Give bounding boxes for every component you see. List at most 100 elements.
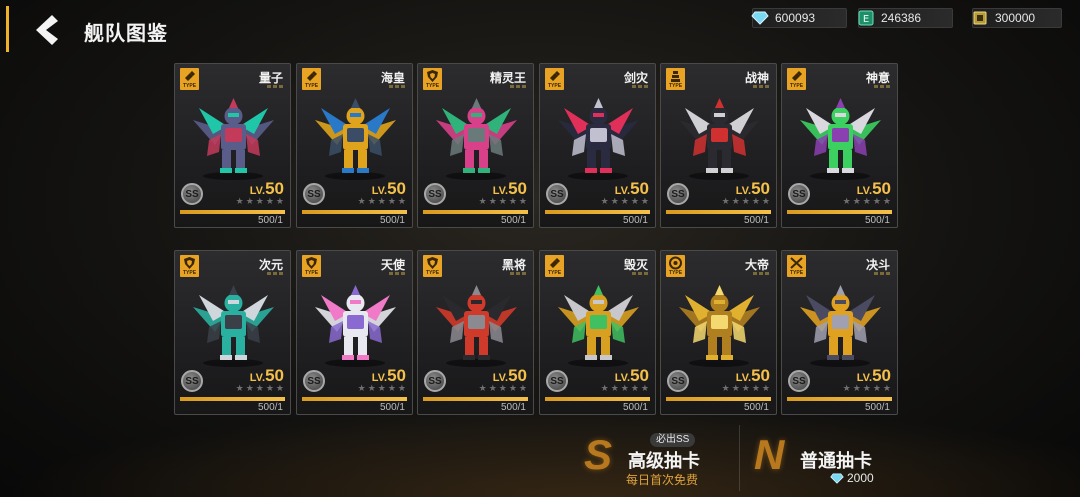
star-icon: ★ xyxy=(478,383,487,393)
ship-card[interactable]: TYPE 黑将 SS LV.50 ★ ★ ★ ★ ★ 500/1 xyxy=(417,250,534,415)
currency-gold[interactable]: 300000 xyxy=(972,8,1062,28)
star-icon: ★ xyxy=(508,383,517,393)
progress-bar xyxy=(787,210,892,214)
gold-chip-icon xyxy=(969,8,991,28)
star-icon: ★ xyxy=(862,383,871,393)
ship-name: 毁灭 xyxy=(623,258,648,272)
fragment-count: 500/1 xyxy=(500,215,526,226)
type-label: TYPE xyxy=(182,270,197,276)
hammer-icon xyxy=(792,71,802,81)
normal-draw-cost-value: 2000 xyxy=(847,471,874,485)
mecha-art xyxy=(193,285,274,367)
currency-emerald[interactable]: E 246386 xyxy=(858,8,953,28)
ship-card[interactable]: TYPE 天使 SS LV.50 ★ ★ ★ ★ ★ 500/1 xyxy=(296,250,413,415)
fragment-count: 500/1 xyxy=(257,402,283,413)
star-icon: ★ xyxy=(245,383,254,393)
premium-draw-button[interactable]: S 必出SS 高级抽卡 每日首次免费 xyxy=(578,419,728,497)
back-button[interactable] xyxy=(20,10,70,50)
ship-card[interactable]: TYPE 剑灾 SS LV.50 ★ ★ ★ ★ ★ 500/1 xyxy=(539,63,656,228)
ship-card[interactable]: TYPE 毁灭 SS LV.50 ★ ★ ★ ★ ★ 500/1 xyxy=(539,250,656,415)
star-icon: ★ xyxy=(377,383,386,393)
hammer-icon xyxy=(550,71,560,81)
star-icon: ★ xyxy=(488,196,497,206)
star-icon: ★ xyxy=(357,196,366,206)
type-label: TYPE xyxy=(789,83,804,89)
progress-bar xyxy=(787,397,892,401)
normal-draw-button[interactable]: N 普通抽卡 2000 xyxy=(750,419,900,497)
ship-name: 黑将 xyxy=(501,258,526,272)
star-icon: ★ xyxy=(387,383,396,393)
type-badge: TYPE xyxy=(302,68,321,90)
star-icon: ★ xyxy=(852,196,861,206)
ship-card[interactable]: TYPE 大帝 SS LV.50 ★ ★ ★ ★ ★ 500/1 xyxy=(660,250,777,415)
star-icon: ★ xyxy=(842,383,851,393)
currency-diamond[interactable]: 600093 xyxy=(751,8,847,28)
shield-icon xyxy=(427,70,438,82)
star-icon: ★ xyxy=(488,383,497,393)
star-icon: ★ xyxy=(872,196,881,206)
shield-icon xyxy=(427,257,438,269)
fragment-count: 500/1 xyxy=(743,402,769,413)
ship-card[interactable]: TYPE 次元 SS LV.50 ★ ★ ★ ★ ★ 500/1 xyxy=(174,250,291,415)
type-badge: TYPE xyxy=(302,255,321,277)
star-icon: ★ xyxy=(882,383,891,393)
star-icon: ★ xyxy=(630,383,639,393)
mecha-art xyxy=(315,285,396,367)
star-icon: ★ xyxy=(275,196,284,206)
star-icon: ★ xyxy=(862,196,871,206)
progress-bar xyxy=(423,397,528,401)
star-rating: ★ ★ ★ ★ ★ xyxy=(843,197,891,206)
ship-card[interactable]: TYPE 战神 SS LV.50 ★ ★ ★ ★ ★ 500/1 xyxy=(660,63,777,228)
ship-name: 精灵王 xyxy=(489,71,526,85)
rank-badge: SS xyxy=(546,370,568,392)
chevron-left-icon xyxy=(36,15,58,45)
quality-dots xyxy=(267,85,283,88)
currency-value: 600093 xyxy=(775,11,816,25)
ship-card[interactable]: TYPE 神意 SS LV.50 ★ ★ ★ ★ ★ 500/1 xyxy=(781,63,898,228)
quality-dots xyxy=(632,272,648,275)
rank-badge: SS xyxy=(788,183,810,205)
ship-card[interactable]: TYPE 海皇 SS LV.50 ★ ★ ★ ★ ★ 500/1 xyxy=(296,63,413,228)
star-icon: ★ xyxy=(265,196,274,206)
star-rating: ★ ★ ★ ★ ★ xyxy=(601,197,649,206)
rank-badge: SS xyxy=(303,183,325,205)
page-title: 舰队图鉴 xyxy=(84,23,168,45)
fragment-count: 500/1 xyxy=(379,215,405,226)
star-icon: ★ xyxy=(731,383,740,393)
star-icon: ★ xyxy=(235,196,244,206)
type-label: TYPE xyxy=(789,270,804,276)
star-icon: ★ xyxy=(235,383,244,393)
premium-draw-sub: 每日首次免费 xyxy=(626,473,699,487)
type-label: TYPE xyxy=(668,270,683,276)
ship-card[interactable]: TYPE 量子 SS LV.50 ★ ★ ★ ★ ★ 500/1 xyxy=(174,63,291,228)
type-label: TYPE xyxy=(425,83,440,89)
star-icon: ★ xyxy=(387,196,396,206)
mecha-art xyxy=(315,98,396,180)
star-icon: ★ xyxy=(721,196,730,206)
type-label: TYPE xyxy=(304,270,319,276)
star-icon: ★ xyxy=(731,196,740,206)
star-rating: ★ ★ ★ ★ ★ xyxy=(358,197,406,206)
star-icon: ★ xyxy=(367,196,376,206)
star-icon: ★ xyxy=(518,196,527,206)
target-icon xyxy=(669,256,682,270)
star-rating: ★ ★ ★ ★ ★ xyxy=(601,384,649,393)
quality-dots xyxy=(632,85,648,88)
quality-dots xyxy=(753,85,769,88)
type-label: TYPE xyxy=(182,83,197,89)
quality-dots xyxy=(874,272,890,275)
quality-dots xyxy=(267,272,283,275)
fragment-count: 500/1 xyxy=(257,215,283,226)
ship-card[interactable]: TYPE 决斗 SS LV.50 ★ ★ ★ ★ ★ 500/1 xyxy=(781,250,898,415)
ship-name: 次元 xyxy=(258,258,283,272)
star-icon: ★ xyxy=(751,383,760,393)
mecha-art xyxy=(679,285,760,367)
hammer-icon xyxy=(307,71,317,81)
star-icon: ★ xyxy=(872,383,881,393)
star-icon: ★ xyxy=(397,383,406,393)
star-rating: ★ ★ ★ ★ ★ xyxy=(236,197,284,206)
rank-badge: SS xyxy=(788,370,810,392)
type-badge: TYPE xyxy=(180,255,199,277)
ship-card[interactable]: TYPE 精灵王 SS LV.50 ★ ★ ★ ★ ★ 500/1 xyxy=(417,63,534,228)
quality-dots xyxy=(874,85,890,88)
